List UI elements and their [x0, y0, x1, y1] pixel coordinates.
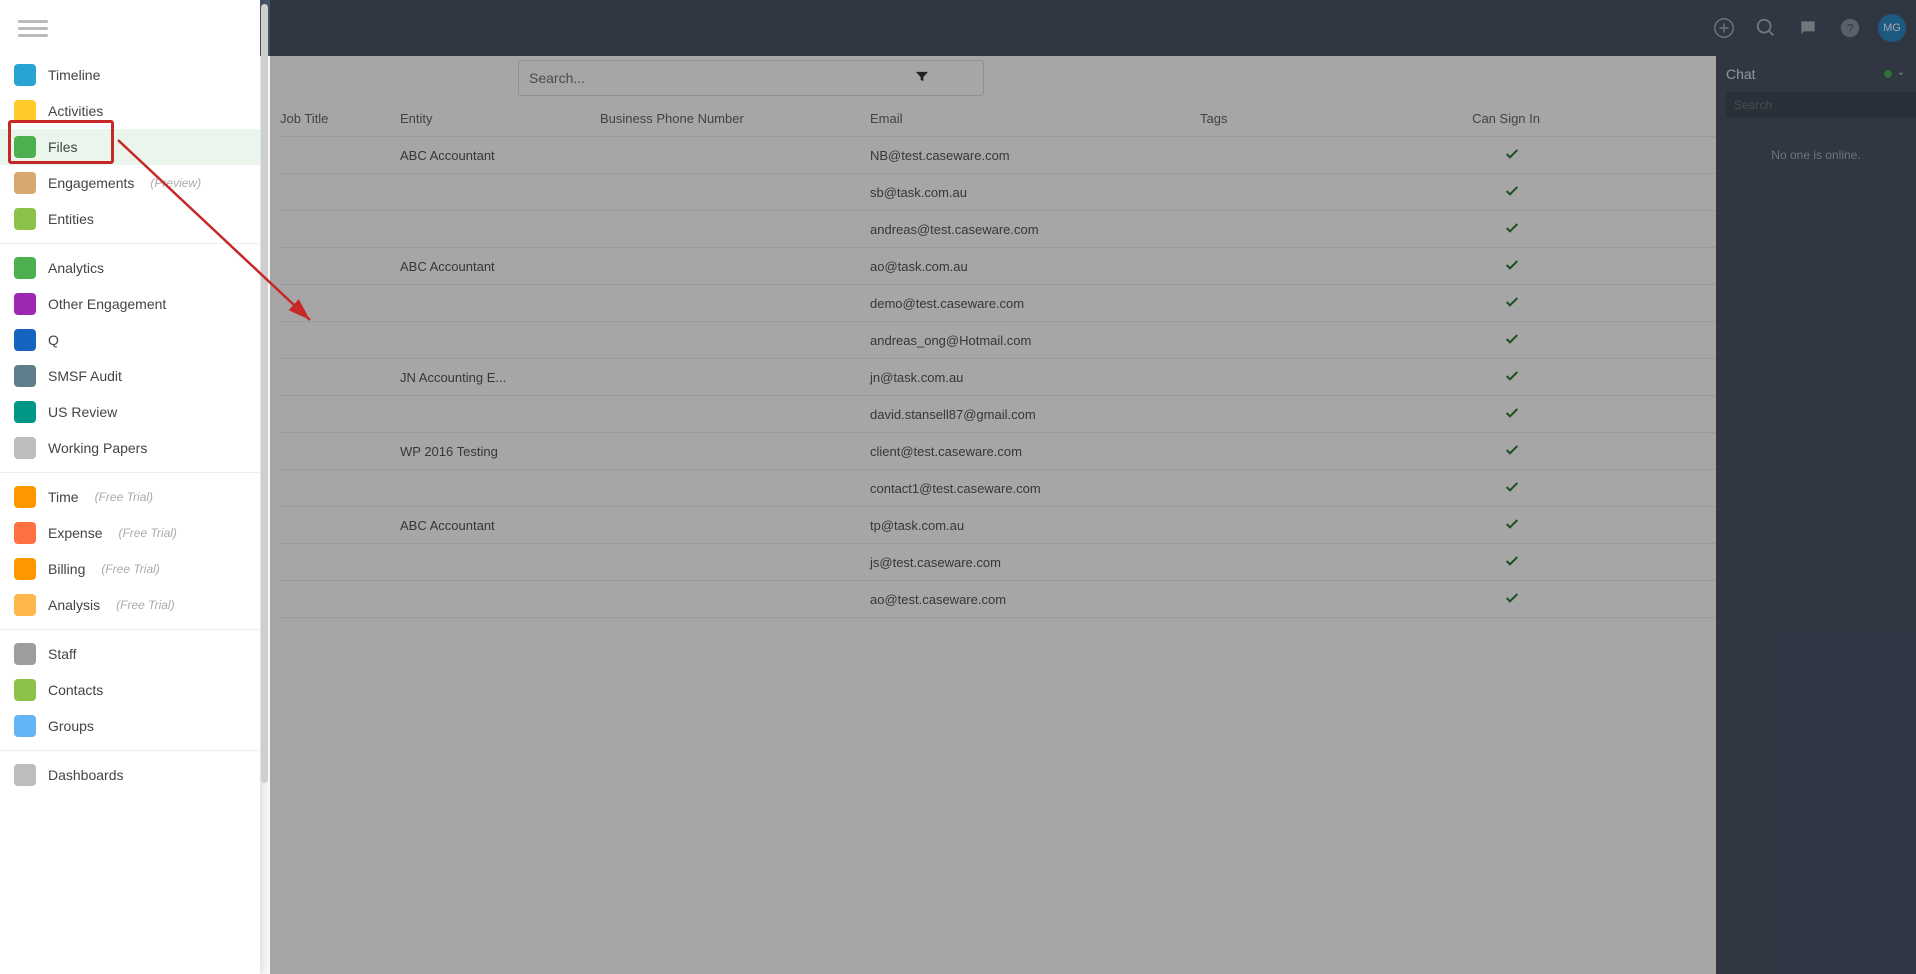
- nav-label: Other Engagement: [48, 296, 166, 312]
- nav-icon: [14, 401, 36, 423]
- nav-item-staff[interactable]: Staff: [0, 636, 260, 672]
- nav-sublabel: (Free Trial): [118, 526, 176, 540]
- nav-item-us-review[interactable]: US Review: [0, 394, 260, 430]
- nav-icon: [14, 365, 36, 387]
- nav-label: Dashboards: [48, 767, 124, 783]
- nav-item-expense[interactable]: Expense (Free Trial): [0, 515, 260, 551]
- nav-label: Activities: [48, 103, 103, 119]
- nav-item-groups[interactable]: Groups: [0, 708, 260, 744]
- nav-item-q[interactable]: Q: [0, 322, 260, 358]
- nav-icon: [14, 257, 36, 279]
- nav-label: Engagements: [48, 175, 134, 191]
- nav-item-time[interactable]: Time (Free Trial): [0, 479, 260, 515]
- nav-label: Analysis: [48, 597, 100, 613]
- nav-icon: [14, 486, 36, 508]
- nav-icon: [14, 522, 36, 544]
- app-root: ? MG 1 - 13 ‹ ›: [0, 0, 1916, 974]
- nav-icon: [14, 558, 36, 580]
- menu-toggle-icon[interactable]: [18, 16, 48, 41]
- nav-item-engagements[interactable]: Engagements (Preview): [0, 165, 260, 201]
- nav-sublabel: (Preview): [150, 176, 201, 190]
- nav-item-timeline[interactable]: Timeline: [0, 57, 260, 93]
- nav-label: Q: [48, 332, 59, 348]
- nav-label: Analytics: [48, 260, 104, 276]
- nav-icon: [14, 100, 36, 122]
- nav-icon: [14, 715, 36, 737]
- nav-item-analysis[interactable]: Analysis (Free Trial): [0, 587, 260, 623]
- nav-item-other-engagement[interactable]: Other Engagement: [0, 286, 260, 322]
- nav-item-working-papers[interactable]: Working Papers: [0, 430, 260, 466]
- nav-label: US Review: [48, 404, 117, 420]
- nav-sublabel: (Free Trial): [101, 562, 159, 576]
- scrollbar[interactable]: [260, 0, 270, 974]
- nav-label: Staff: [48, 646, 77, 662]
- nav-sublabel: (Free Trial): [116, 598, 174, 612]
- nav-icon: [14, 437, 36, 459]
- nav-item-files[interactable]: Files: [0, 129, 260, 165]
- nav-label: Files: [48, 139, 78, 155]
- nav-label: Working Papers: [48, 440, 147, 456]
- nav-item-dashboards[interactable]: Dashboards: [0, 757, 260, 793]
- nav-icon: [14, 764, 36, 786]
- nav-item-smsf-audit[interactable]: SMSF Audit: [0, 358, 260, 394]
- scroll-thumb[interactable]: [261, 4, 268, 783]
- nav-icon: [14, 679, 36, 701]
- nav-icon: [14, 329, 36, 351]
- nav-label: Timeline: [48, 67, 100, 83]
- nav-drawer: Timeline Activities Files Engagements (Previ…: [0, 0, 260, 974]
- modal-overlay[interactable]: [270, 0, 1916, 974]
- nav-label: Entities: [48, 211, 94, 227]
- nav-item-entities[interactable]: Entities: [0, 201, 260, 237]
- nav-label: Contacts: [48, 682, 103, 698]
- nav-label: Billing: [48, 561, 85, 577]
- nav-icon: [14, 136, 36, 158]
- nav-item-contacts[interactable]: Contacts: [0, 672, 260, 708]
- nav-label: SMSF Audit: [48, 368, 122, 384]
- nav-item-analytics[interactable]: Analytics: [0, 250, 260, 286]
- nav-item-billing[interactable]: Billing (Free Trial): [0, 551, 260, 587]
- nav-icon: [14, 643, 36, 665]
- nav-item-activities[interactable]: Activities: [0, 93, 260, 129]
- nav-icon: [14, 172, 36, 194]
- nav-label: Groups: [48, 718, 94, 734]
- nav-sublabel: (Free Trial): [95, 490, 153, 504]
- nav-label: Expense: [48, 525, 102, 541]
- nav-icon: [14, 293, 36, 315]
- nav-label: Time: [48, 489, 79, 505]
- nav-icon: [14, 594, 36, 616]
- nav-icon: [14, 64, 36, 86]
- nav-icon: [14, 208, 36, 230]
